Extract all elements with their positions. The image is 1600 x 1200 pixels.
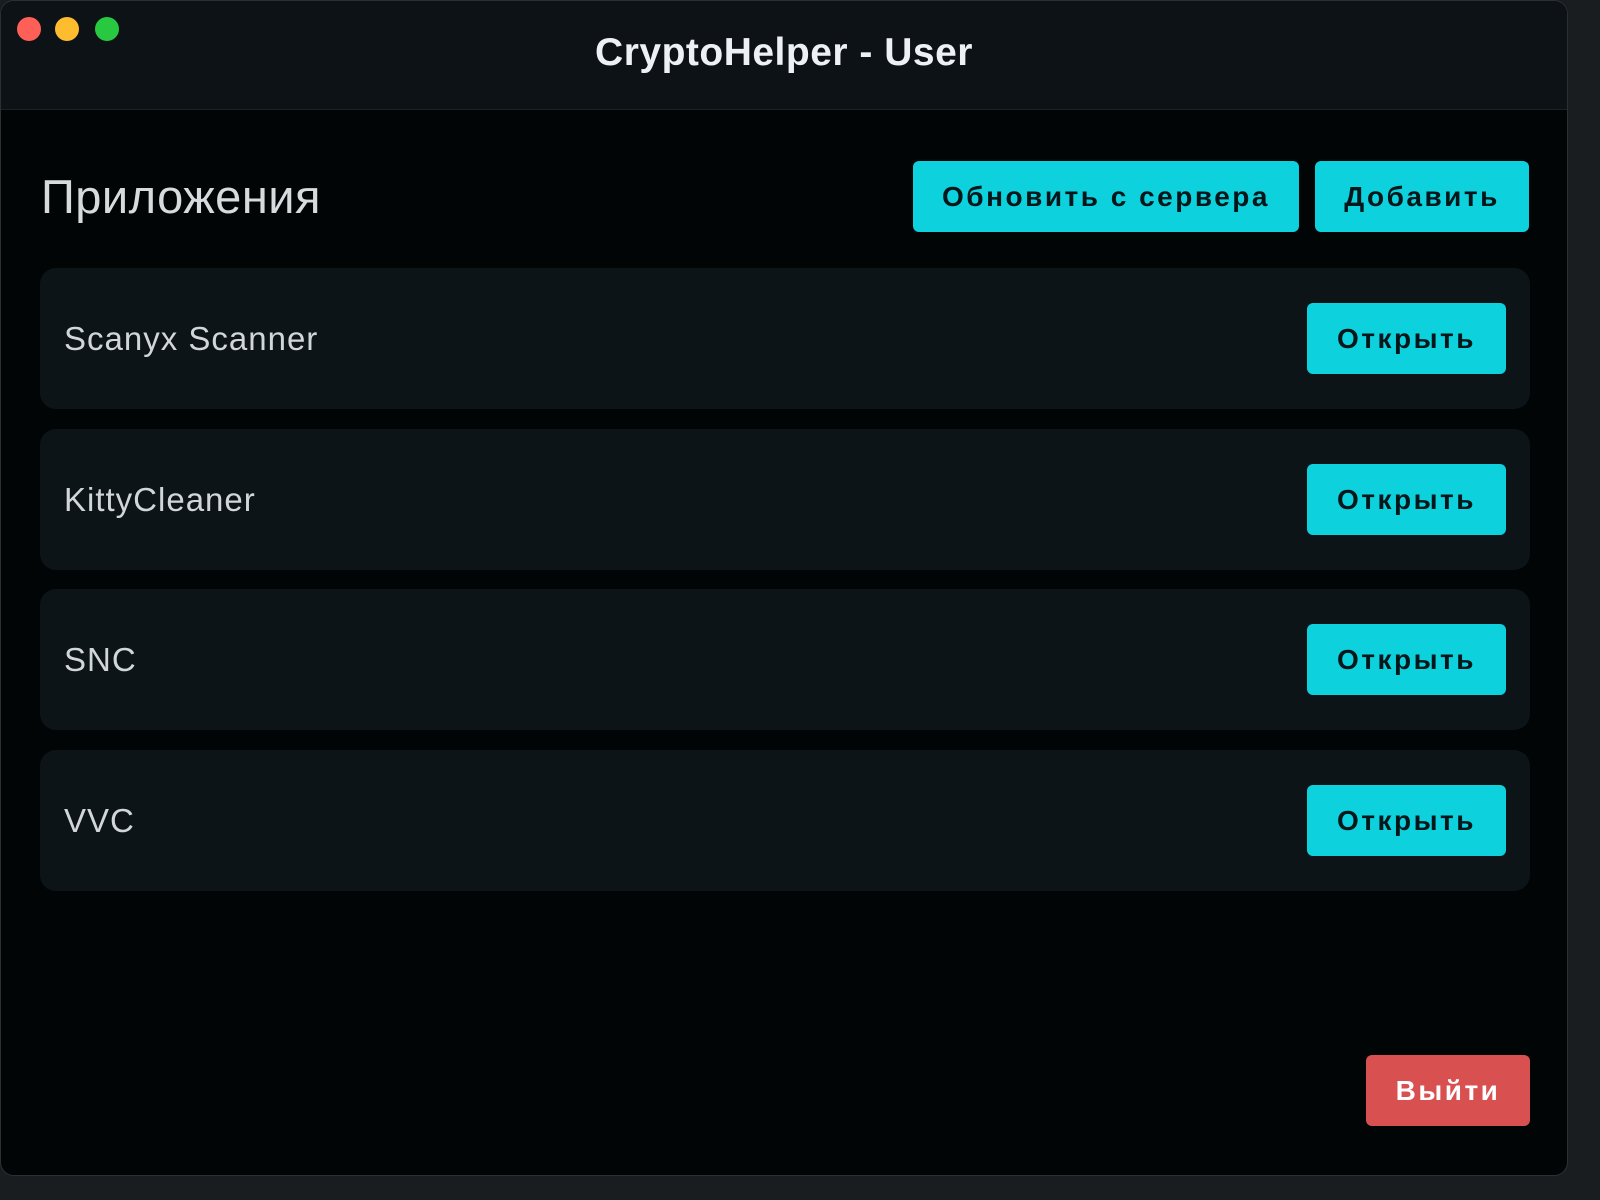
open-app-button[interactable]: Открыть — [1307, 464, 1506, 535]
logout-button[interactable]: Выйти — [1366, 1055, 1530, 1126]
open-app-button[interactable]: Открыть — [1307, 785, 1506, 856]
window-title: CryptoHelper - User — [595, 31, 973, 74]
app-name: VVC — [64, 802, 135, 839]
app-name: Scanyx Scanner — [64, 320, 319, 357]
open-app-button[interactable]: Открыть — [1307, 303, 1506, 374]
app-card: VVC Открыть — [40, 750, 1530, 891]
app-name: SNC — [64, 641, 137, 678]
app-card: KittyCleaner Открыть — [40, 429, 1530, 570]
app-card: SNC Открыть — [40, 589, 1530, 730]
page-title: Приложения — [41, 170, 321, 223]
app-card: Scanyx Scanner Открыть — [40, 268, 1530, 409]
open-app-button[interactable]: Открыть — [1307, 624, 1506, 695]
app-window: CryptoHelper - User Приложения Обновить … — [0, 0, 1568, 1176]
title-bar: CryptoHelper - User — [1, 1, 1567, 110]
add-app-button[interactable]: Добавить — [1315, 161, 1529, 232]
app-name: KittyCleaner — [64, 481, 256, 518]
refresh-from-server-button[interactable]: Обновить с сервера — [913, 161, 1299, 232]
